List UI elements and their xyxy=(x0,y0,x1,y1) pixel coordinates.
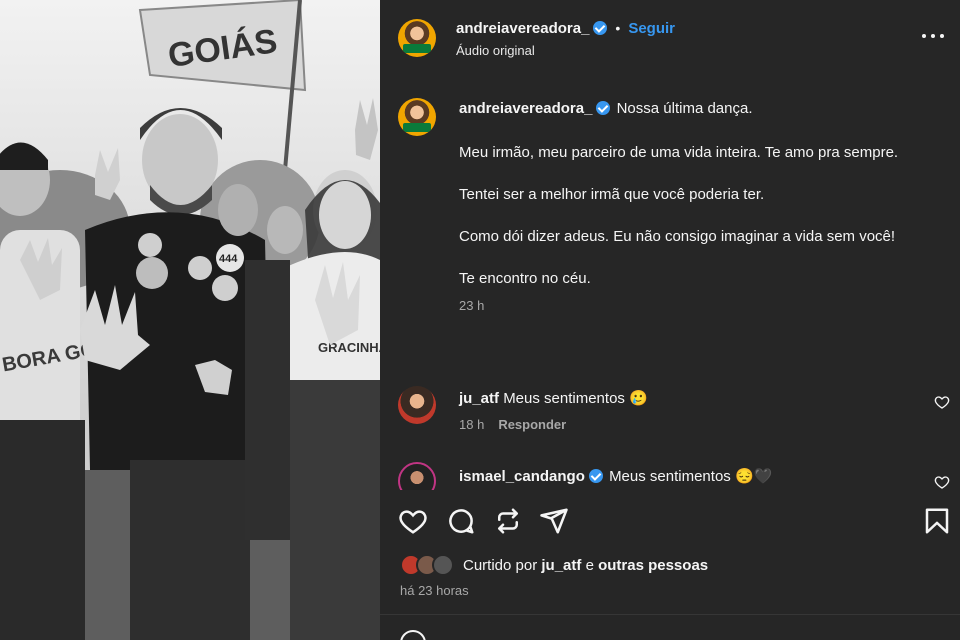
audio-label[interactable]: Áudio original xyxy=(456,43,535,58)
author-username[interactable]: andreiavereadora_ xyxy=(456,20,589,37)
liked-by-text: Curtido por ju_atf e outras pessoas xyxy=(463,557,708,574)
caption-paragraph: Te encontro no céu. xyxy=(459,270,591,287)
divider xyxy=(380,614,960,615)
more-icon[interactable] xyxy=(922,28,944,44)
comment-heart-icon[interactable] xyxy=(934,394,950,410)
follow-button[interactable]: Seguir xyxy=(628,20,675,37)
commenter-avatar[interactable] xyxy=(398,462,436,490)
comment-icon[interactable] xyxy=(446,506,476,536)
comment-heart-icon[interactable] xyxy=(934,474,950,490)
caption-paragraph: Meu irmão, meu parceiro de uma vida inte… xyxy=(459,144,899,161)
commenter-avatar[interactable] xyxy=(398,386,436,424)
action-bar: Curtido por ju_atf e outras pessoas há 2… xyxy=(380,490,960,640)
comment-text: Meus sentimentos 🥲 xyxy=(503,390,648,407)
post-age[interactable]: há 23 horas xyxy=(400,583,469,598)
liked-by-user[interactable]: ju_atf xyxy=(541,557,581,574)
comment-text: Meus sentimentos 😔🖤 xyxy=(609,468,773,485)
caption-first-line: Nossa última dança. xyxy=(616,100,753,117)
post-media[interactable]: GOIÁS BORA GOIÁS! 444 GRACINHA CAIADO xyxy=(0,0,380,640)
reply-button[interactable]: Responder xyxy=(498,417,566,432)
heart-icon[interactable] xyxy=(398,506,428,536)
verified-badge-icon xyxy=(596,101,611,115)
liked-by-others[interactable]: outras pessoas xyxy=(598,557,708,574)
caption-text: andreiavereadora_ Nossa última dança. Me… xyxy=(459,98,929,316)
caption-username[interactable]: andreiavereadora_ xyxy=(459,100,592,117)
verified-badge-icon xyxy=(593,21,608,35)
shirt-text-right: GRACINHA CAIADO xyxy=(318,340,380,355)
verified-badge-icon xyxy=(588,469,603,483)
repost-icon[interactable] xyxy=(493,506,523,536)
caption-paragraph: Como dói dizer adeus. Eu não consigo ima… xyxy=(459,228,896,245)
comment-username[interactable]: ju_atf xyxy=(459,390,499,407)
comment-meta: 18 h Responder xyxy=(459,417,566,432)
caption-time[interactable]: 23 h xyxy=(459,295,929,316)
liked-by-joiner: e xyxy=(585,557,594,574)
bookmark-icon[interactable] xyxy=(922,506,952,536)
header-user-line: andreiavereadora_ • Seguir xyxy=(456,20,675,38)
media-photo: GOIÁS BORA GOIÁS! 444 GRACINHA CAIADO xyxy=(0,0,380,640)
caption-paragraph: Tentei ser a melhor irmã que você poderi… xyxy=(459,186,765,203)
liker-avatar xyxy=(432,554,454,576)
caption-avatar[interactable] xyxy=(398,98,436,136)
post-header: andreiavereadora_ • Seguir Áudio original xyxy=(380,0,960,76)
separator-dot: • xyxy=(615,20,621,36)
comment-username[interactable]: ismael_candango xyxy=(459,468,585,485)
emoji-icon[interactable] xyxy=(400,630,426,640)
author-avatar[interactable] xyxy=(398,19,436,57)
sticker-number: 444 xyxy=(219,253,238,265)
share-icon[interactable] xyxy=(539,506,569,536)
liked-by-prefix: Curtido por xyxy=(463,557,538,574)
comments-scroll-area[interactable]: andreiavereadora_ Nossa última dança. Me… xyxy=(380,76,960,490)
post-panel: andreiavereadora_ • Seguir Áudio original … xyxy=(380,0,960,640)
comment-time[interactable]: 18 h xyxy=(459,417,484,432)
